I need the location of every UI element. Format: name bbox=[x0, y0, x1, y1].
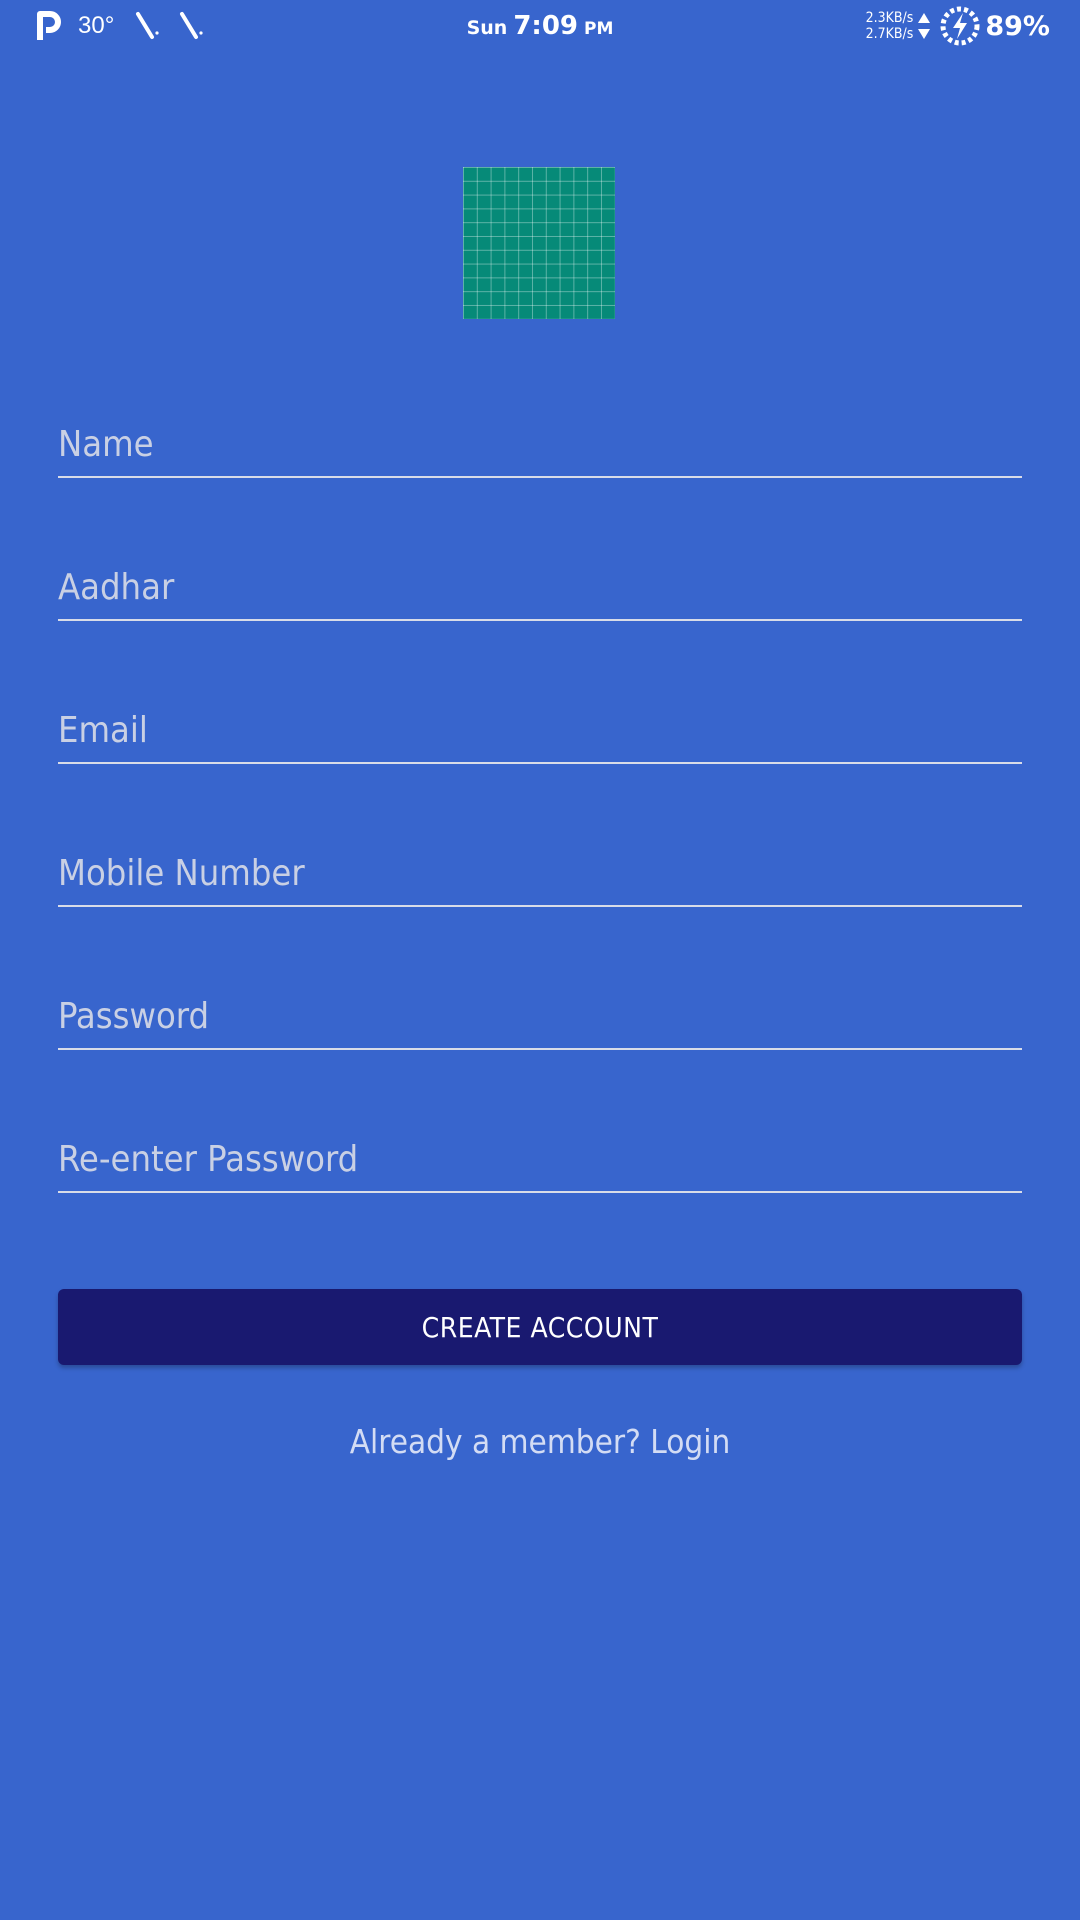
battery-percent: 89% bbox=[985, 10, 1050, 42]
clock-day: Sun bbox=[466, 17, 508, 39]
email-field-wrapper bbox=[58, 696, 1022, 839]
network-speed: 2.3KB/s 2.7KB/s bbox=[866, 10, 914, 42]
email-input[interactable] bbox=[58, 696, 1022, 764]
password-field-wrapper bbox=[58, 982, 1022, 1125]
reenter-password-field-wrapper bbox=[58, 1125, 1022, 1268]
name-field-wrapper bbox=[58, 410, 1022, 553]
clock-ampm: PM bbox=[584, 19, 614, 39]
reenter-password-input[interactable] bbox=[58, 1125, 1022, 1193]
login-link[interactable]: Already a member? Login bbox=[0, 1422, 1080, 1461]
status-bar: 30° Sun 7:09 PM 2.3KB/s 2.7KB/s 89% bbox=[0, 0, 1080, 52]
network-download-speed: 2.7KB/s bbox=[865, 26, 914, 42]
mobile-number-input[interactable] bbox=[58, 839, 1022, 907]
create-account-button[interactable]: CREATE ACCOUNT bbox=[58, 1289, 1022, 1365]
name-input[interactable] bbox=[58, 410, 1022, 478]
mobile-field-wrapper bbox=[58, 839, 1022, 982]
network-upload-speed: 2.3KB/s bbox=[865, 10, 914, 26]
up-down-arrows-icon bbox=[918, 13, 931, 39]
aadhar-field-wrapper bbox=[58, 553, 1022, 696]
battery-charging-icon bbox=[940, 6, 980, 46]
clock-time: 7:09 bbox=[513, 11, 579, 41]
grid-logo-icon bbox=[463, 167, 615, 319]
signup-form bbox=[58, 410, 1022, 1268]
aadhar-input[interactable] bbox=[58, 553, 1022, 621]
password-input[interactable] bbox=[58, 982, 1022, 1050]
status-bar-right: 2.3KB/s 2.7KB/s 89% bbox=[866, 4, 1050, 48]
